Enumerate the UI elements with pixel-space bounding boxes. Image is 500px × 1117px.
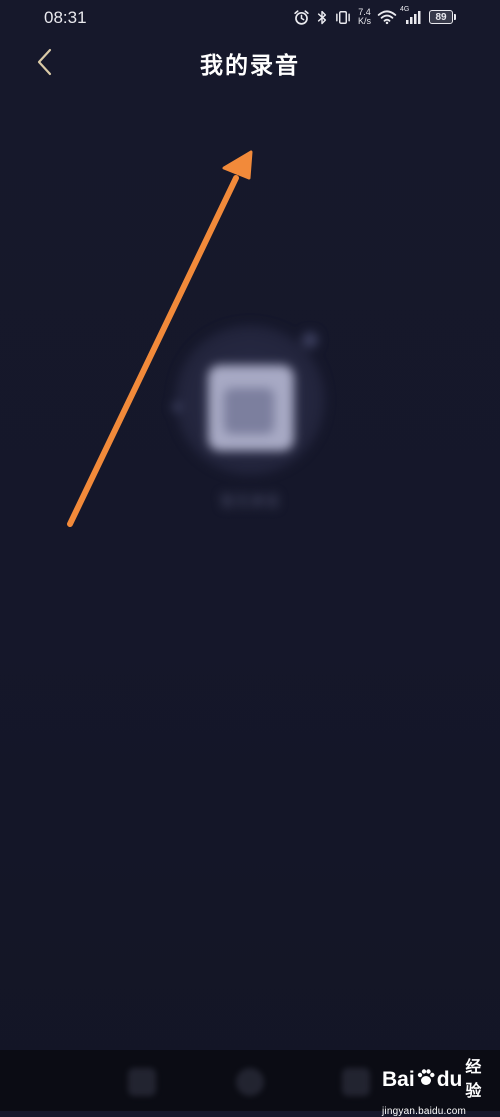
signal-icon: 4G xyxy=(400,6,423,25)
watermark-bai: Bai xyxy=(382,1068,415,1091)
watermark-url: jingyan.baidu.com xyxy=(382,1106,467,1117)
battery-icon: 89 xyxy=(429,10,456,24)
empty-illustration-dot xyxy=(172,402,182,412)
nav-recent-button[interactable] xyxy=(342,1068,370,1096)
battery-level: 89 xyxy=(429,10,453,24)
empty-illustration-icon-inner xyxy=(224,388,274,434)
header: 我的录音 xyxy=(0,34,500,94)
paw-icon xyxy=(416,1067,436,1093)
network-speed-unit: K/s xyxy=(357,16,371,26)
watermark-du: du xyxy=(436,1068,463,1091)
bluetooth-icon xyxy=(316,9,328,26)
page-title: 我的录音 xyxy=(200,52,300,79)
nav-home-button[interactable] xyxy=(236,1068,264,1096)
network-speed: 7.4 K/s xyxy=(358,8,371,26)
baidu-jingyan-watermark: Bai du 经验 jingyan.baidu.com xyxy=(382,1056,492,1117)
status-bar: 08:31 7.4 K/s 4G 89 xyxy=(0,0,500,34)
empty-message: 暂无录音 xyxy=(219,492,280,510)
watermark-logo: Bai du 经验 xyxy=(382,1056,492,1104)
watermark-jingyan: 经验 xyxy=(465,1059,482,1100)
battery-cap xyxy=(454,14,456,20)
annotation-arrow-icon xyxy=(67,150,253,527)
empty-state: 暂无录音 xyxy=(150,310,350,530)
wifi-icon xyxy=(377,9,397,25)
nav-back-icon xyxy=(128,1068,156,1096)
vibrate-icon xyxy=(334,9,352,26)
nav-home-icon xyxy=(236,1068,264,1096)
status-time: 08:31 xyxy=(44,8,87,27)
nav-back-button[interactable] xyxy=(128,1068,156,1096)
nav-recent-icon xyxy=(342,1068,370,1096)
alarm-icon xyxy=(293,9,310,26)
network-type: 4G xyxy=(400,6,410,13)
status-icons: 7.4 K/s 4G 89 xyxy=(293,6,456,28)
empty-illustration-dot xyxy=(302,332,318,348)
